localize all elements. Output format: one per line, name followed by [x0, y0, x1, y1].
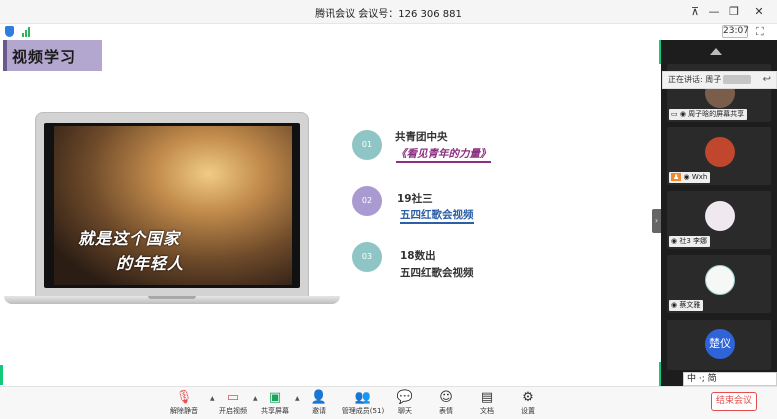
agenda-title: 共青团中央	[395, 131, 448, 143]
video-caption: 的年轻人	[116, 254, 185, 273]
emoji-icon: ☺	[439, 390, 453, 405]
participant-tile[interactable]: ◉ 社3 李娜	[667, 191, 771, 249]
meeting-info-bar: 23:07 ⛶	[0, 24, 777, 40]
title-bar: 腾讯会议 会议号：126 306 881 ⊼ — ❐ ✕	[0, 0, 777, 24]
fullscreen-icon[interactable]: ⛶	[756, 25, 764, 39]
mic-icon: ◉	[671, 237, 678, 245]
laptop-notch	[148, 296, 196, 299]
agenda-link[interactable]: 《看见青年的力量》	[396, 146, 491, 163]
participant-tile[interactable]: 楚仪	[667, 320, 771, 370]
input-method-indicator[interactable]: 中 ·; 简	[683, 372, 777, 386]
mic-icon: ◉	[683, 173, 690, 181]
camera-off-icon: ▭	[226, 390, 240, 405]
laptop-image: 就是这个国家 的年轻人	[35, 112, 309, 298]
participant-name: ◉ 蔡文雅	[669, 300, 704, 311]
avatar	[705, 201, 735, 231]
mic-icon: ◉	[671, 301, 678, 309]
security-shield-icon[interactable]	[5, 26, 14, 37]
minimize-icon[interactable]: —	[705, 3, 723, 21]
participant-tile[interactable]: ♟ ◉ Wxh	[667, 127, 771, 185]
participant-name: ♟ ◉ Wxh	[669, 172, 711, 183]
avatar: 楚仪	[705, 329, 735, 359]
slide-heading-text: 视频学习	[12, 48, 77, 66]
participant-tile[interactable]: ◉ 蔡文雅	[667, 255, 771, 313]
microphone-muted-icon: 🎙	[175, 390, 193, 405]
video-caption: 就是这个国家	[78, 229, 181, 248]
chat-icon: 💬	[396, 390, 414, 405]
scroll-up-icon[interactable]	[710, 48, 722, 55]
share-border-marker	[0, 365, 3, 385]
participant-name: ◉ 社3 李娜	[669, 236, 711, 247]
share-screen-button[interactable]: ▣ 共享屏幕	[255, 389, 295, 419]
restore-icon[interactable]: ❐	[725, 3, 743, 21]
user-icon: ♟	[671, 173, 682, 181]
start-video-button[interactable]: ▭ 开启视频	[213, 389, 253, 419]
emoji-button[interactable]: ☺ 表情	[426, 389, 466, 419]
members-icon: 👥	[354, 390, 372, 405]
agenda-link[interactable]: 五四红歌会视频	[400, 207, 474, 224]
invite-icon: 👤	[310, 390, 328, 405]
participant-name: ▭ ◉ 周子晗的屏幕共享	[669, 109, 748, 120]
settings-button[interactable]: ⚙ 设置	[508, 389, 548, 419]
document-icon: ▤	[480, 390, 494, 405]
manage-members-button[interactable]: 👥 管理成员(51)	[340, 389, 386, 419]
invite-button[interactable]: 👤 邀请	[299, 389, 339, 419]
agenda-number-badge: 01	[352, 130, 382, 160]
share-screen-icon: ▣	[268, 390, 282, 405]
agenda-title: 18数出	[400, 250, 436, 262]
settings-icon: ⚙	[522, 390, 534, 405]
avatar	[705, 137, 735, 167]
network-signal-icon[interactable]	[22, 27, 32, 37]
avatar	[705, 265, 735, 295]
agenda-text: 五四红歌会视频	[400, 267, 474, 279]
active-speaker-banner: 正在讲话: 周子 ↩	[662, 71, 777, 89]
unmute-button[interactable]: 🎙 解除静音	[164, 389, 204, 419]
meeting-timer: 23:07	[722, 25, 749, 38]
slide-heading: 视频学习	[3, 40, 102, 71]
end-meeting-button[interactable]: 结束会议	[711, 392, 757, 411]
pin-icon[interactable]: ⊼	[686, 3, 704, 21]
collapse-panel-handle[interactable]: ›	[652, 209, 661, 233]
agenda-number-badge: 02	[352, 186, 382, 216]
screen-share-icon: ▭ ◉	[671, 110, 689, 118]
video-thumbnail: 就是这个国家 的年轻人	[54, 126, 292, 285]
return-arrow-icon[interactable]: ↩	[763, 72, 771, 88]
agenda-title: 19社三	[397, 193, 433, 205]
chat-button[interactable]: 💬 聊天	[385, 389, 425, 419]
agenda-number-badge: 03	[352, 242, 382, 272]
close-icon[interactable]: ✕	[750, 3, 768, 21]
window-title: 腾讯会议 会议号：126 306 881	[315, 9, 462, 20]
documents-button[interactable]: ▤ 文档	[467, 389, 507, 419]
